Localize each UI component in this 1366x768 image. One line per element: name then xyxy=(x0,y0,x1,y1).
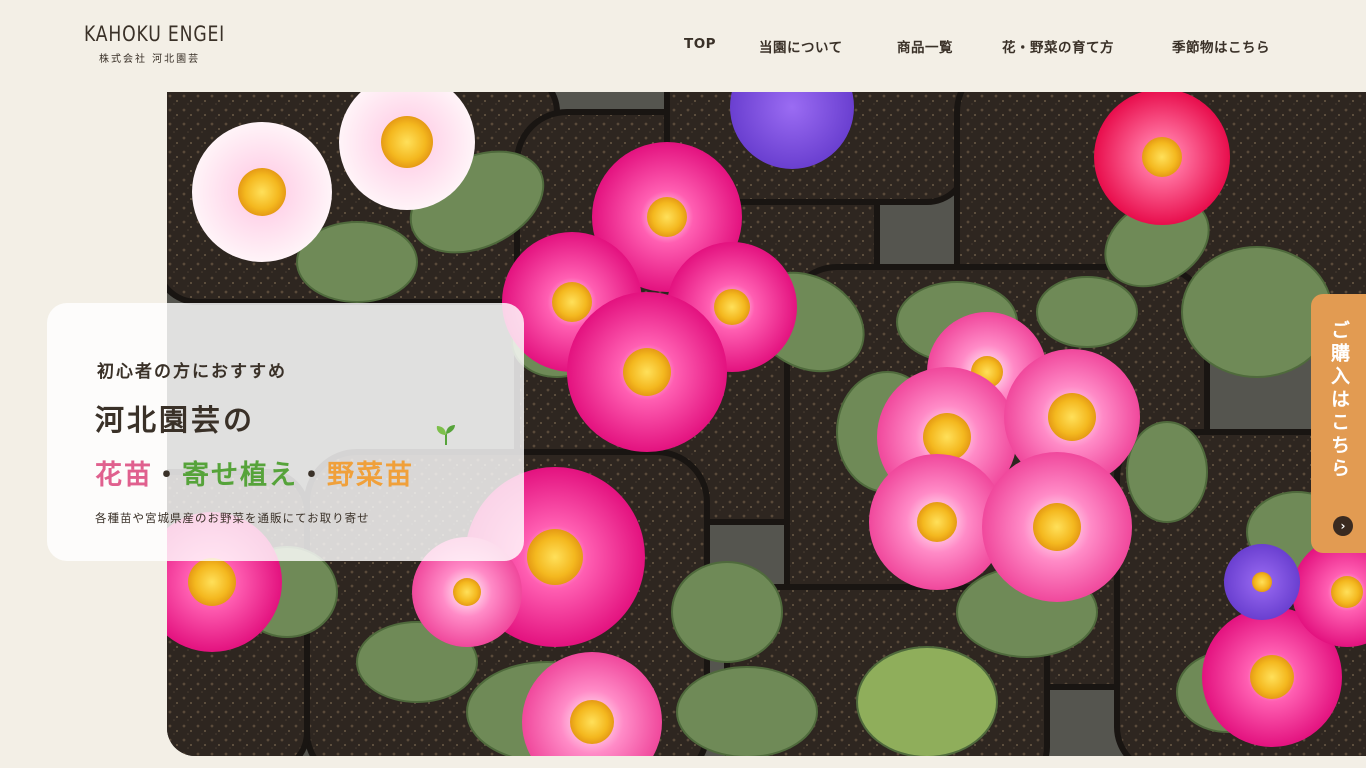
sprout-icon xyxy=(436,425,455,445)
hero-eyebrow: 初心者の方におすすめ xyxy=(97,362,287,382)
purchase-tab-label: ご購入はこちら xyxy=(1328,320,1350,481)
product-arrangements: 寄せ植え xyxy=(182,460,298,491)
main-nav: TOP 当園について 商品一覧 花・野菜の育て方 季節物はこちら xyxy=(0,36,1366,56)
purchase-tab[interactable]: ご購入はこちら › xyxy=(1311,294,1366,553)
nav-growing-guide[interactable]: 花・野菜の育て方 xyxy=(1002,36,1114,56)
hero-info-card: 初心者の方におすすめ 河北園芸の 花苗・寄せ植え・野菜苗 各種苗や宮城県産のお野… xyxy=(47,303,524,561)
nav-top[interactable]: TOP xyxy=(684,36,716,52)
product-separator: ・ xyxy=(153,460,182,491)
hero-products: 花苗・寄せ植え・野菜苗 xyxy=(95,453,414,492)
product-flower-seedlings: 花苗 xyxy=(95,460,153,491)
site-header: KAHOKU ENGEI 株式会社 河北園芸 TOP 当園について 商品一覧 花… xyxy=(0,0,1366,92)
nav-seasonal[interactable]: 季節物はこちら xyxy=(1172,36,1270,56)
nav-about[interactable]: 当園について xyxy=(759,36,843,56)
product-vegetable-seedlings: 野菜苗 xyxy=(327,460,414,491)
hero-description: 各種苗や宮城県産のお野菜を通販にてお取り寄せ xyxy=(95,511,370,525)
hero-title: 河北園芸の xyxy=(95,403,256,437)
nav-products[interactable]: 商品一覧 xyxy=(897,36,953,56)
product-separator: ・ xyxy=(298,460,327,491)
chevron-right-icon: › xyxy=(1333,516,1353,536)
